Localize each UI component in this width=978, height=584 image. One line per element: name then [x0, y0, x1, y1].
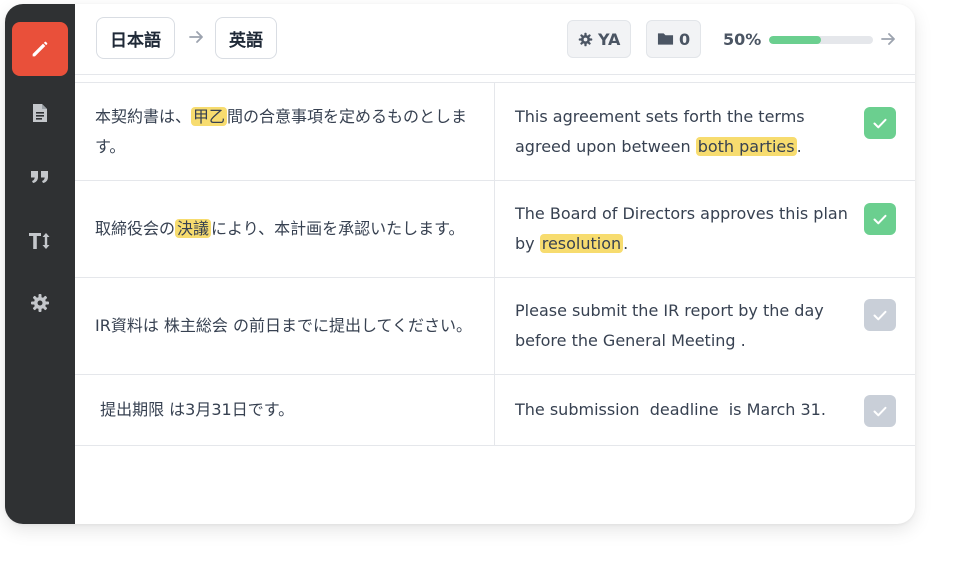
target-cell[interactable]: This agreement sets forth the terms agre…	[515, 83, 855, 180]
term-highlight[interactable]: 決議	[175, 219, 212, 238]
source-cell[interactable]: 本契約書は、 甲乙 間の合意事項を定めるものとします。	[95, 83, 475, 180]
settings-chip-label: YA	[598, 29, 621, 49]
progress-bar	[769, 36, 873, 44]
source-cell[interactable]: 提出期限 は3月31日です。	[95, 375, 475, 445]
table-row: 提出期限 は3月31日です。 The submission deadline i…	[75, 375, 915, 446]
pencil-icon	[32, 41, 48, 57]
check-icon	[873, 118, 887, 128]
source-language-selector[interactable]: 日本語	[96, 17, 175, 59]
confirm-checkbox[interactable]	[864, 395, 896, 427]
target-language-selector[interactable]: 英語	[215, 17, 277, 59]
text-size-icon	[29, 233, 50, 249]
progress-percent: 50%	[723, 30, 762, 49]
folder-chip[interactable]: 0	[646, 20, 702, 58]
check-icon	[873, 214, 887, 224]
quote-button[interactable]	[12, 150, 68, 204]
header-bar: 日本語 英語 YA 0 50%	[75, 4, 915, 75]
check-icon	[873, 406, 887, 416]
target-cell[interactable]: Please submit the IR report by the day b…	[515, 278, 855, 374]
arrow-right-icon[interactable]	[881, 32, 897, 46]
confirm-checkbox[interactable]	[864, 203, 896, 235]
arrow-right-icon	[189, 31, 203, 43]
sidebar	[5, 4, 75, 524]
target-language-label: 英語	[229, 30, 263, 51]
progress-fill	[769, 36, 821, 44]
settings-button[interactable]	[12, 276, 68, 330]
source-cell[interactable]: IR資料は 株主総会 の前日までに提出してください。	[95, 278, 475, 374]
app-window: 日本語 英語 YA 0 50% 本契約書は、 甲乙 間の合意事項を定めるものとし…	[5, 4, 915, 524]
segment-table: 本契約書は、 甲乙 間の合意事項を定めるものとします。 This agreement…	[75, 82, 915, 446]
table-row: IR資料は 株主総会 の前日までに提出してください。 Please submit…	[75, 278, 915, 375]
quote-icon	[31, 171, 48, 183]
confirm-checkbox[interactable]	[864, 299, 896, 331]
document-icon	[33, 104, 47, 122]
table-row: 取締役会の 決議 により、本計画を承認いたします。 The Board of Dir…	[75, 181, 915, 278]
source-cell[interactable]: 取締役会の 決議 により、本計画を承認いたします。	[95, 181, 475, 277]
text-size-button[interactable]	[12, 214, 68, 268]
main-panel: 日本語 英語 YA 0 50% 本契約書は、 甲乙 間の合意事項を定めるものとし…	[75, 4, 915, 524]
settings-chip[interactable]: YA	[567, 20, 632, 58]
folder-icon	[657, 33, 674, 45]
check-icon	[873, 310, 887, 320]
document-button[interactable]	[12, 86, 68, 140]
target-cell[interactable]: The submission deadline is March 31.	[515, 375, 855, 445]
term-highlight[interactable]: 甲乙	[191, 106, 228, 126]
source-language-label: 日本語	[110, 30, 161, 51]
folder-count: 0	[679, 29, 691, 49]
confirm-checkbox[interactable]	[864, 107, 896, 139]
term-highlight[interactable]: resolution	[539, 234, 624, 253]
target-cell[interactable]: The Board of Directors approves this pla…	[515, 181, 855, 277]
term-highlight[interactable]: both parties	[695, 136, 797, 156]
gear-icon	[578, 32, 593, 46]
table-row: 本契約書は、 甲乙 間の合意事項を定めるものとします。 This agreement…	[75, 82, 915, 181]
gear-icon	[31, 294, 49, 312]
edit-button[interactable]	[12, 22, 68, 76]
